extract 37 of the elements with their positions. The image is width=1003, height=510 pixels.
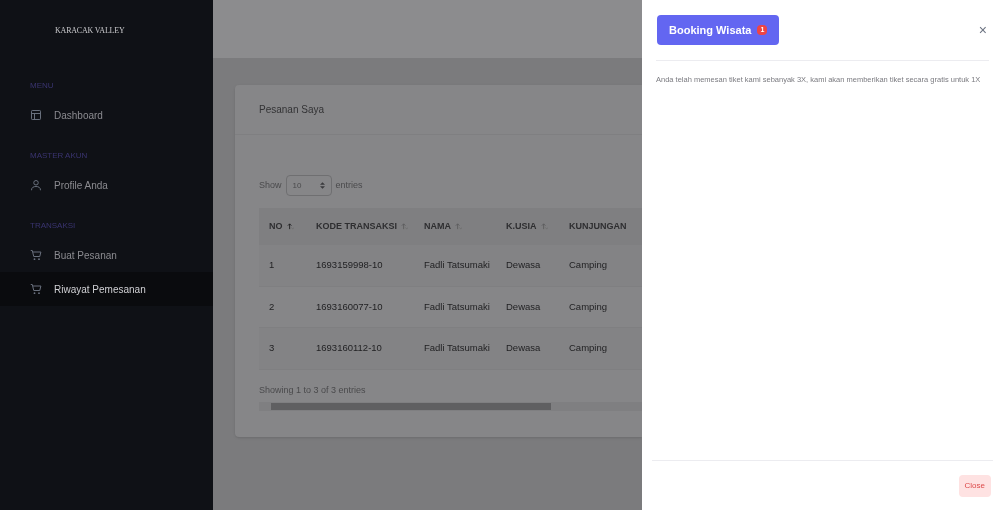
column-header[interactable]: NO xyxy=(259,219,306,234)
chevron-updown-icon xyxy=(319,182,325,189)
sidebar-item[interactable]: Dashboard xyxy=(0,98,213,132)
column-header[interactable]: NAMA xyxy=(414,219,496,234)
table-cell-text: Camping xyxy=(568,341,609,356)
table-cell-text: Fadli Tatsumaki xyxy=(423,299,491,314)
horizontal-scrollbar[interactable] xyxy=(259,402,642,411)
table-cell-text: Camping xyxy=(568,299,609,314)
section-heading: MASTER AKUN xyxy=(30,150,88,162)
cart-icon xyxy=(30,283,42,295)
card-title: Pesanan Saya xyxy=(259,103,325,117)
table-cell-text: 1693160077-10 xyxy=(315,299,384,314)
table-cell-text: 3 xyxy=(268,341,276,356)
close-button[interactable]: × xyxy=(978,19,987,41)
column-header[interactable]: K.USIA xyxy=(496,219,559,234)
close-button[interactable]: Close xyxy=(958,474,991,497)
sidebar-item[interactable]: Profile Anda xyxy=(0,168,213,202)
table-cell-text: Camping xyxy=(568,258,609,273)
section-heading: MENU xyxy=(30,80,54,92)
table-cell-text: 1693159998-10 xyxy=(315,258,384,273)
brand-logo: KARACAK VALLEY xyxy=(55,25,125,37)
table-cell-text: Fadli Tatsumaki xyxy=(423,258,491,273)
column-header[interactable]: KUNJUNGAN xyxy=(559,219,639,234)
table-cell-text: Fadli Tatsumaki xyxy=(423,341,491,356)
user-icon xyxy=(30,179,42,191)
table-cell-text: 1693160112-10 xyxy=(315,341,383,356)
layout-icon xyxy=(30,109,42,121)
table-cell-text: 1 xyxy=(268,258,276,273)
section-heading: TRANSAKSI xyxy=(30,220,76,232)
cart-icon xyxy=(30,249,42,261)
sidebar-item[interactable]: Riwayat Pemesanan xyxy=(0,272,213,306)
column-header[interactable]: KODE TRANSAKSI xyxy=(306,219,414,234)
table-cell-text: 2 xyxy=(268,299,276,314)
table-cell-text: Dewasa xyxy=(505,299,542,314)
sidebar-item[interactable]: Buat Pesanan xyxy=(0,238,213,272)
table-cell-text: Dewasa xyxy=(505,341,542,356)
table-cell-text: Dewasa xyxy=(505,258,542,273)
